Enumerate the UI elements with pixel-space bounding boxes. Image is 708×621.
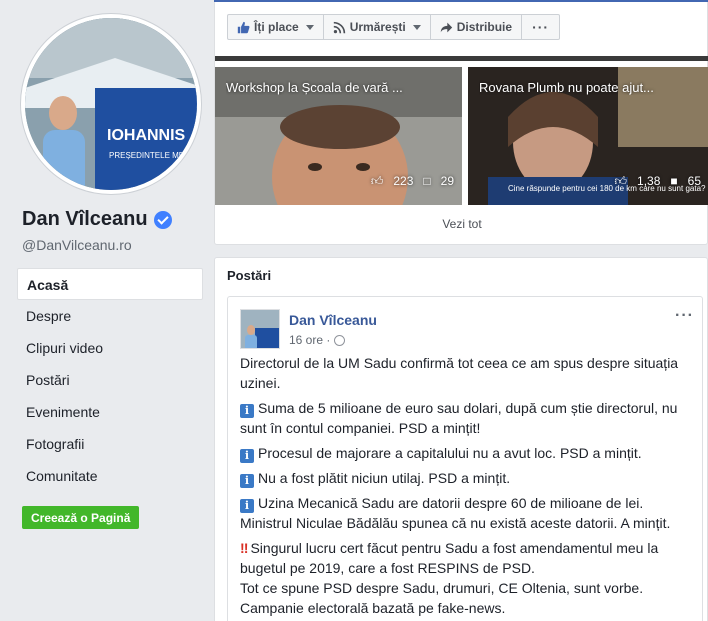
post-options-button[interactable]: ··· bbox=[675, 307, 694, 325]
double-exclamation-icon: ‼ bbox=[240, 540, 249, 556]
video-thumbnail[interactable]: Rovana Plumb nu poate ajut... Cine răspu… bbox=[468, 67, 708, 205]
posts-card: Postări Dan Vîlceanu 16 ore · ··· Direct… bbox=[214, 257, 708, 621]
thumbs-up-icon bbox=[237, 21, 250, 33]
thumbs-up-icon: 👍︎ bbox=[614, 174, 628, 188]
video-title: Workshop la Școala de vară ... bbox=[226, 80, 403, 95]
create-page-button[interactable]: Creează o Pagină bbox=[22, 506, 140, 529]
profile-name-text: Dan Vîlceanu bbox=[22, 208, 148, 230]
post-meta: 16 ore · bbox=[289, 333, 346, 347]
left-column: IOHANNIS PREȘEDINTELE MEU Dan Vîlceanu @… bbox=[0, 0, 214, 621]
info-icon: i bbox=[240, 449, 254, 463]
thumbs-up-icon: 👍︎ bbox=[370, 174, 384, 188]
verified-badge-icon bbox=[153, 210, 172, 229]
post-paragraph-text: Procesul de majorare a capitalului nu a … bbox=[258, 445, 642, 461]
profile-name[interactable]: Dan Vîlceanu bbox=[22, 208, 172, 231]
like-button[interactable]: Îți place bbox=[227, 14, 324, 40]
post-paragraph: Tot ce spune PSD despre Sadu, drumuri, C… bbox=[240, 580, 644, 596]
video-strip-divider bbox=[215, 56, 708, 61]
rss-icon bbox=[333, 21, 345, 33]
video-comments: 65 bbox=[687, 174, 701, 188]
video-title: Rovana Plumb nu poate ajut... bbox=[479, 80, 654, 95]
follow-label: Urmărești bbox=[349, 20, 406, 34]
video-stats: 👍︎ 223 □ 29 bbox=[371, 174, 454, 189]
post-body: Directorul de la UM Sadu confirmă tot ce… bbox=[240, 353, 680, 618]
page-nav: Acasă Despre Clipuri video Postări Eveni… bbox=[17, 268, 203, 492]
video-stats: 👍︎ 1,38 ■ 65 bbox=[614, 174, 701, 189]
profile-handle[interactable]: @DanVilceanu.ro bbox=[22, 237, 132, 253]
post-paragraph-text: Uzina Mecanică Sadu are datorii despre 6… bbox=[240, 495, 671, 531]
post-timestamp[interactable]: 16 ore · bbox=[289, 333, 330, 347]
post-paragraph-text: Singurul lucru cert făcut pentru Sadu a … bbox=[240, 540, 659, 576]
follow-button[interactable]: Urmărești bbox=[323, 14, 431, 40]
more-actions-button[interactable]: ··· bbox=[522, 14, 561, 40]
post-paragraph: ‼ Singurul lucru cert făcut pentru Sadu a… bbox=[240, 538, 680, 578]
video-likes: 223 bbox=[393, 174, 414, 188]
post-paragraph: i Suma de 5 milioane de euro sau dolari, … bbox=[240, 398, 680, 438]
post-paragraph: Directorul de la UM Sadu confirmă tot ce… bbox=[240, 355, 679, 391]
info-icon: i bbox=[240, 474, 254, 488]
page-actions: Îți place Urmărești Distribuie ··· bbox=[227, 14, 561, 40]
share-arrow-icon bbox=[440, 22, 452, 32]
nav-item-about[interactable]: Despre bbox=[17, 300, 203, 332]
post-author-name[interactable]: Dan Vîlceanu bbox=[289, 312, 377, 328]
posts-heading: Postări bbox=[227, 268, 272, 283]
share-button[interactable]: Distribuie bbox=[430, 14, 523, 40]
chevron-down-icon bbox=[305, 24, 314, 30]
avatar-banner-sub: PREȘEDINTELE MEU bbox=[109, 151, 190, 160]
top-border bbox=[214, 0, 708, 2]
profile-avatar[interactable]: IOHANNIS PREȘEDINTELE MEU bbox=[21, 14, 201, 194]
video-thumbnail[interactable]: Workshop la Școala de vară ... 👍︎ 223 □ … bbox=[215, 67, 462, 205]
post: Dan Vîlceanu 16 ore · ··· Directorul de … bbox=[227, 296, 703, 621]
video-likes: 1,38 bbox=[637, 174, 661, 188]
chevron-down-icon bbox=[412, 24, 421, 30]
videos-card: Îți place Urmărești Distribuie ··· Works… bbox=[214, 0, 708, 245]
comment-icon: ■ bbox=[670, 174, 678, 188]
post-paragraph: i Nu a fost plătit niciun utilaj. PSD a m… bbox=[240, 468, 680, 488]
post-paragraph: i Procesul de majorare a capitalului nu a… bbox=[240, 443, 680, 463]
post-paragraph: i Uzina Mecanică Sadu are datorii despre … bbox=[240, 493, 680, 533]
post-paragraph-text: Nu a fost plătit niciun utilaj. PSD a mi… bbox=[258, 470, 511, 486]
info-icon: i bbox=[240, 499, 254, 513]
post-avatar-photo bbox=[241, 310, 279, 348]
see-all-link[interactable]: Vezi tot bbox=[215, 217, 708, 231]
nav-item-community[interactable]: Comunitate bbox=[17, 460, 203, 492]
like-label: Îți place bbox=[254, 20, 299, 34]
post-paragraph: Campanie electorală bazată pe fake-news. bbox=[240, 600, 506, 616]
avatar-banner-text: IOHANNIS bbox=[107, 127, 186, 144]
comment-icon: □ bbox=[423, 174, 431, 188]
nav-item-home[interactable]: Acasă bbox=[17, 268, 203, 300]
globe-icon bbox=[334, 334, 346, 346]
nav-item-videos[interactable]: Clipuri video bbox=[17, 332, 203, 364]
post-author-avatar[interactable] bbox=[240, 309, 280, 349]
share-label: Distribuie bbox=[456, 20, 513, 34]
nav-item-events[interactable]: Evenimente bbox=[17, 396, 203, 428]
info-icon: i bbox=[240, 404, 254, 418]
avatar-photo: IOHANNIS PREȘEDINTELE MEU bbox=[25, 18, 197, 190]
video-comments: 29 bbox=[440, 174, 454, 188]
nav-item-posts[interactable]: Postări bbox=[17, 364, 203, 396]
post-paragraph-text: Suma de 5 milioane de euro sau dolari, d… bbox=[240, 400, 678, 436]
nav-item-photos[interactable]: Fotografii bbox=[17, 428, 203, 460]
